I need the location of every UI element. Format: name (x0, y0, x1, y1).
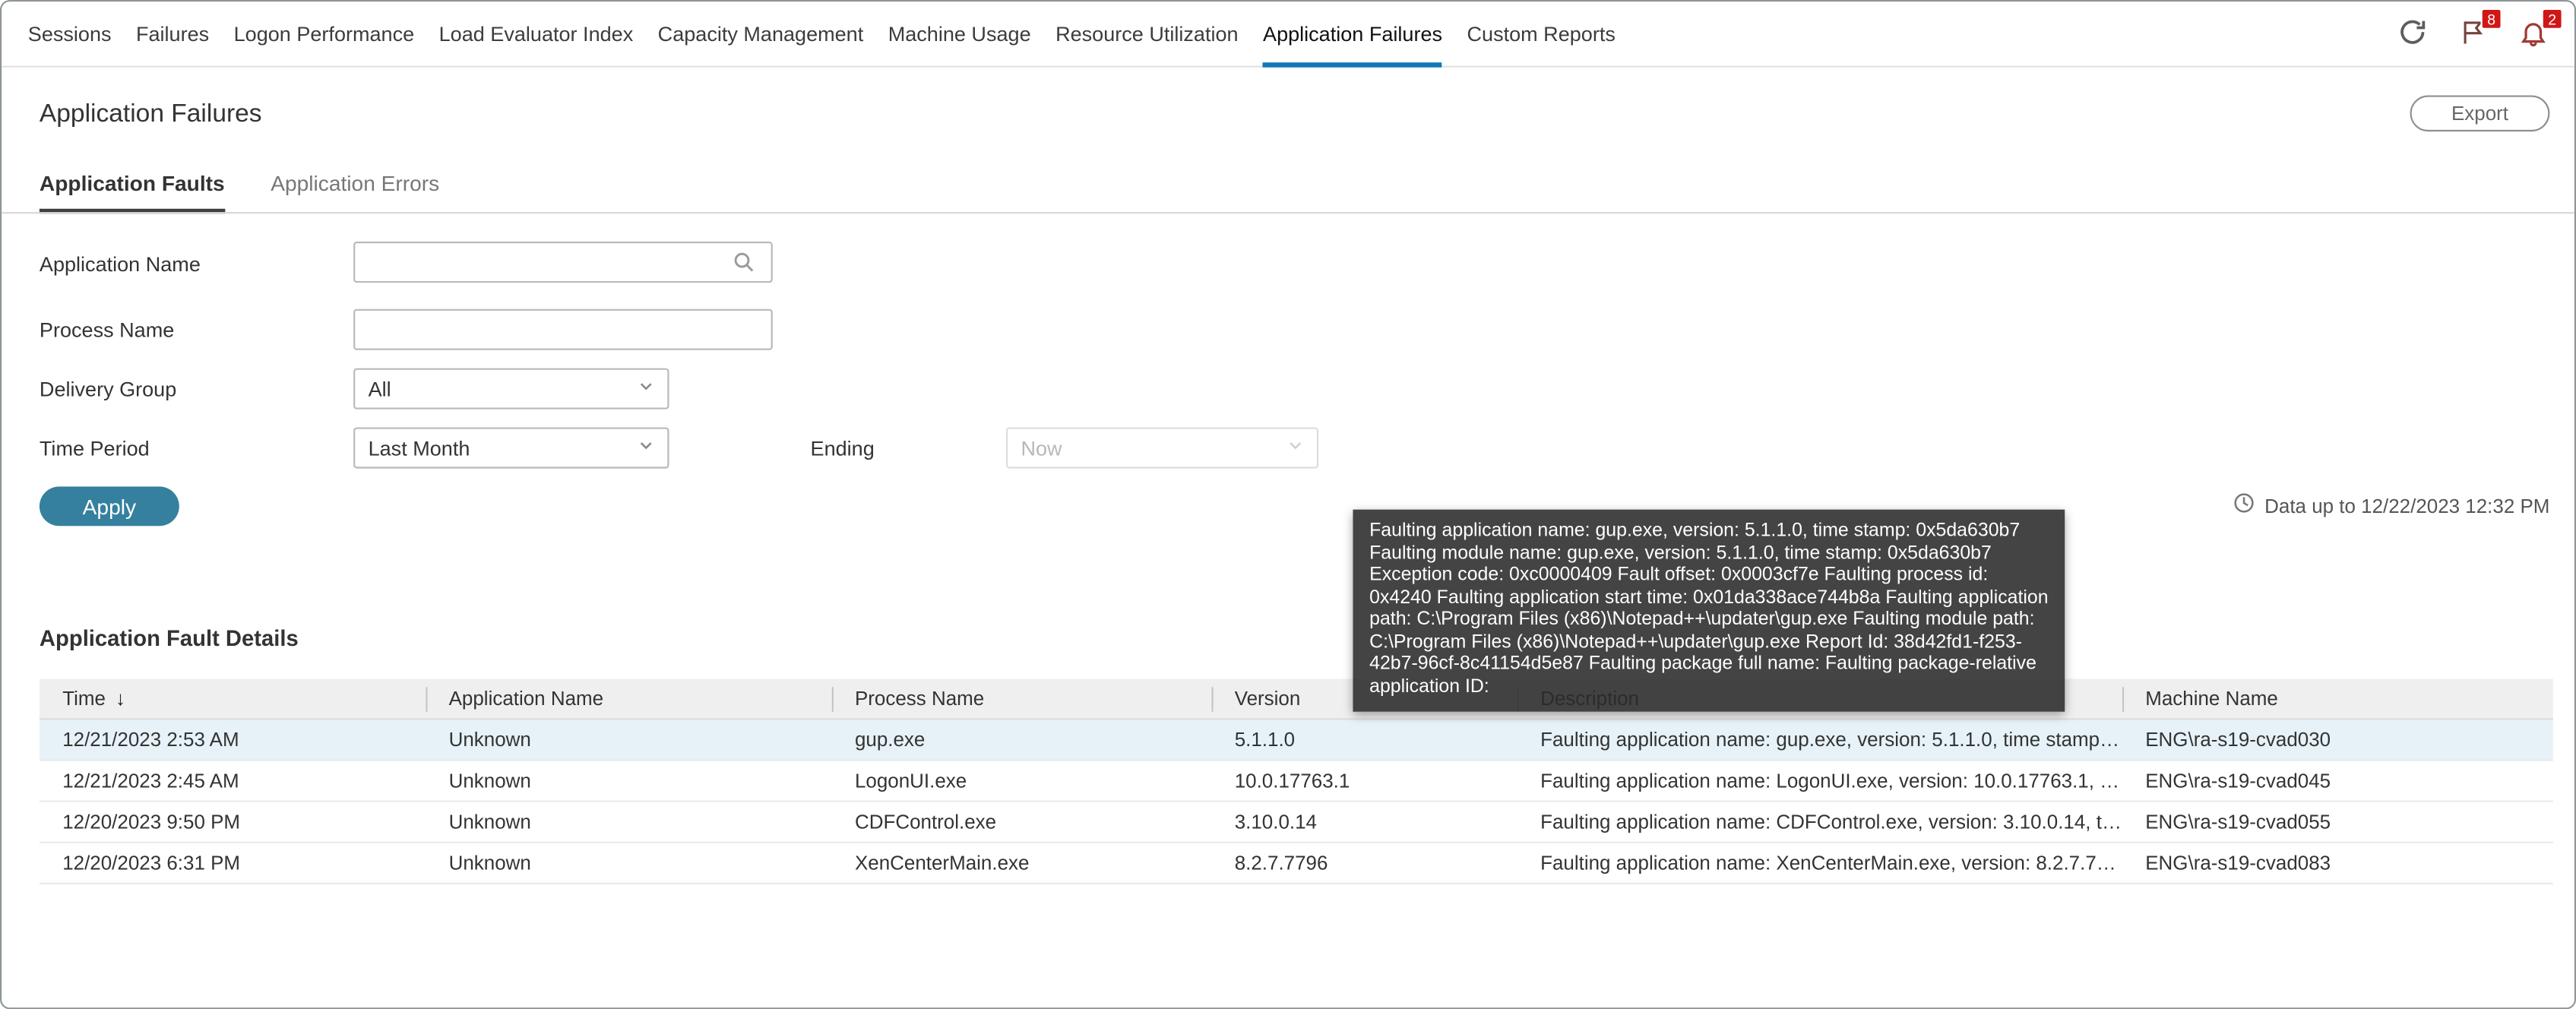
alerts-badge: 8 (2480, 8, 2502, 30)
column-header-time[interactable]: Time ↓ (40, 678, 426, 719)
export-button[interactable]: Export (2410, 95, 2550, 132)
cell-machine-name: ENG\ra-s19-cvad045 (2145, 768, 2331, 792)
delivery-group-value: All (368, 377, 391, 400)
refresh-button[interactable] (2394, 13, 2430, 55)
cell-machine-name: ENG\ra-s19-cvad083 (2145, 850, 2331, 874)
cell-version: 10.0.17763.1 (1234, 768, 1350, 792)
chevron-down-icon (1286, 435, 1305, 460)
application-failures-page: Sessions Failures Logon Performance Load… (0, 0, 2576, 1009)
details-heading: Application Fault Details (39, 626, 299, 651)
cell-description[interactable]: Faulting application name: XenCenterMain… (1517, 843, 2122, 884)
delivery-group-select[interactable]: All (353, 368, 669, 410)
cell-application-name: Unknown (448, 727, 531, 751)
cell-application-name: Unknown (448, 809, 531, 833)
top-navigation: Sessions Failures Logon Performance Load… (2, 2, 2574, 68)
cell-version: 5.1.1.0 (1234, 727, 1296, 751)
column-time-label: Time (62, 686, 106, 710)
column-header-process-name[interactable]: Process Name (831, 678, 1212, 719)
table-row[interactable]: 12/21/2023 2:53 AM Unknown gup.exe 5.1.1… (39, 719, 2553, 761)
subtab-application-faults[interactable]: Application Faults (39, 171, 225, 214)
ending-select[interactable]: Now (1006, 427, 1319, 469)
cell-machine-name: ENG\ra-s19-cvad055 (2145, 809, 2331, 833)
column-header-application-name[interactable]: Application Name (426, 678, 831, 719)
tab-failures[interactable]: Failures (136, 2, 209, 66)
tab-machine-usage[interactable]: Machine Usage (888, 2, 1031, 66)
cell-time: 12/21/2023 2:45 AM (62, 768, 239, 792)
cell-process-name: gup.exe (854, 727, 926, 751)
column-header-machine-name[interactable]: Machine Name (2122, 678, 2553, 719)
tab-application-failures[interactable]: Application Failures (1263, 2, 1443, 67)
application-name-label: Application Name (39, 253, 201, 277)
cell-machine-name: ENG\ra-s19-cvad030 (2145, 727, 2331, 751)
time-period-value: Last Month (368, 436, 470, 460)
cell-version: 3.10.0.14 (1234, 809, 1317, 833)
screenshot-root: Sessions Failures Logon Performance Load… (0, 0, 2576, 1009)
table-header-row: Time ↓ Application Name Process Name Vers… (39, 678, 2553, 720)
tab-sessions[interactable]: Sessions (28, 2, 112, 66)
table-row[interactable]: 12/21/2023 2:45 AM Unknown LogonUI.exe 1… (39, 761, 2553, 802)
nav-tabs: Sessions Failures Logon Performance Load… (28, 2, 1616, 67)
process-name-label: Process Name (39, 318, 175, 342)
sub-tabs: Application Faults Application Errors (39, 171, 439, 214)
tab-load-evaluator-index[interactable]: Load Evaluator Index (439, 2, 634, 66)
subtabs-divider (2, 212, 2574, 214)
sort-descending-icon[interactable]: ↓ (116, 686, 125, 709)
delivery-group-label: Delivery Group (39, 378, 177, 401)
tab-custom-reports[interactable]: Custom Reports (1467, 2, 1615, 66)
tab-capacity-management[interactable]: Capacity Management (658, 2, 864, 66)
clock-icon (2232, 492, 2255, 520)
chevron-down-icon (636, 376, 656, 400)
data-up-to-status: Data up to 12/22/2023 12:32 PM (2232, 492, 2550, 520)
refresh-icon (2396, 17, 2427, 53)
page-title: Application Failures (39, 100, 262, 128)
cell-time: 12/21/2023 2:53 AM (62, 727, 239, 751)
cell-description[interactable]: Faulting application name: LogonUI.exe, … (1517, 761, 2122, 802)
apply-button[interactable]: Apply (39, 486, 179, 527)
cell-time: 12/20/2023 6:31 PM (62, 850, 241, 874)
alerts-button[interactable]: 8 (2454, 8, 2502, 55)
cell-description[interactable]: Faulting application name: CDFControl.ex… (1517, 802, 2122, 843)
cell-time: 12/20/2023 9:50 PM (62, 809, 241, 833)
time-period-label: Time Period (39, 437, 150, 460)
cell-process-name: LogonUI.exe (854, 768, 967, 792)
tab-logon-performance[interactable]: Logon Performance (234, 2, 415, 66)
cell-process-name: XenCenterMain.exe (854, 850, 1030, 874)
ending-label: Ending (810, 437, 875, 460)
application-name-input[interactable] (353, 242, 773, 283)
cell-process-name: CDFControl.exe (854, 809, 997, 833)
table-row[interactable]: 12/20/2023 6:31 PM Unknown XenCenterMain… (39, 843, 2553, 884)
cell-version: 8.2.7.7796 (1234, 850, 1328, 874)
notifications-button[interactable]: 2 (2515, 8, 2563, 55)
cell-application-name: Unknown (448, 850, 531, 874)
nav-icon-group: 8 2 (2394, 2, 2563, 68)
subtab-application-errors[interactable]: Application Errors (271, 171, 439, 214)
notifications-badge: 2 (2541, 8, 2563, 30)
cell-application-name: Unknown (448, 768, 531, 792)
table-row[interactable]: 12/20/2023 9:50 PM Unknown CDFControl.ex… (39, 802, 2553, 843)
time-period-select[interactable]: Last Month (353, 427, 669, 469)
description-tooltip: Faulting application name: gup.exe, vers… (1353, 509, 2065, 711)
chevron-down-icon (636, 435, 656, 460)
data-up-to-text: Data up to 12/22/2023 12:32 PM (2264, 494, 2550, 517)
ending-value: Now (1021, 436, 1062, 460)
fault-details-table: Time ↓ Application Name Process Name Vers… (39, 678, 2553, 884)
tab-resource-utilization[interactable]: Resource Utilization (1055, 2, 1239, 66)
process-name-input[interactable] (353, 308, 773, 350)
search-icon (732, 250, 756, 283)
cell-description[interactable]: Faulting application name: gup.exe, vers… (1517, 719, 2122, 760)
